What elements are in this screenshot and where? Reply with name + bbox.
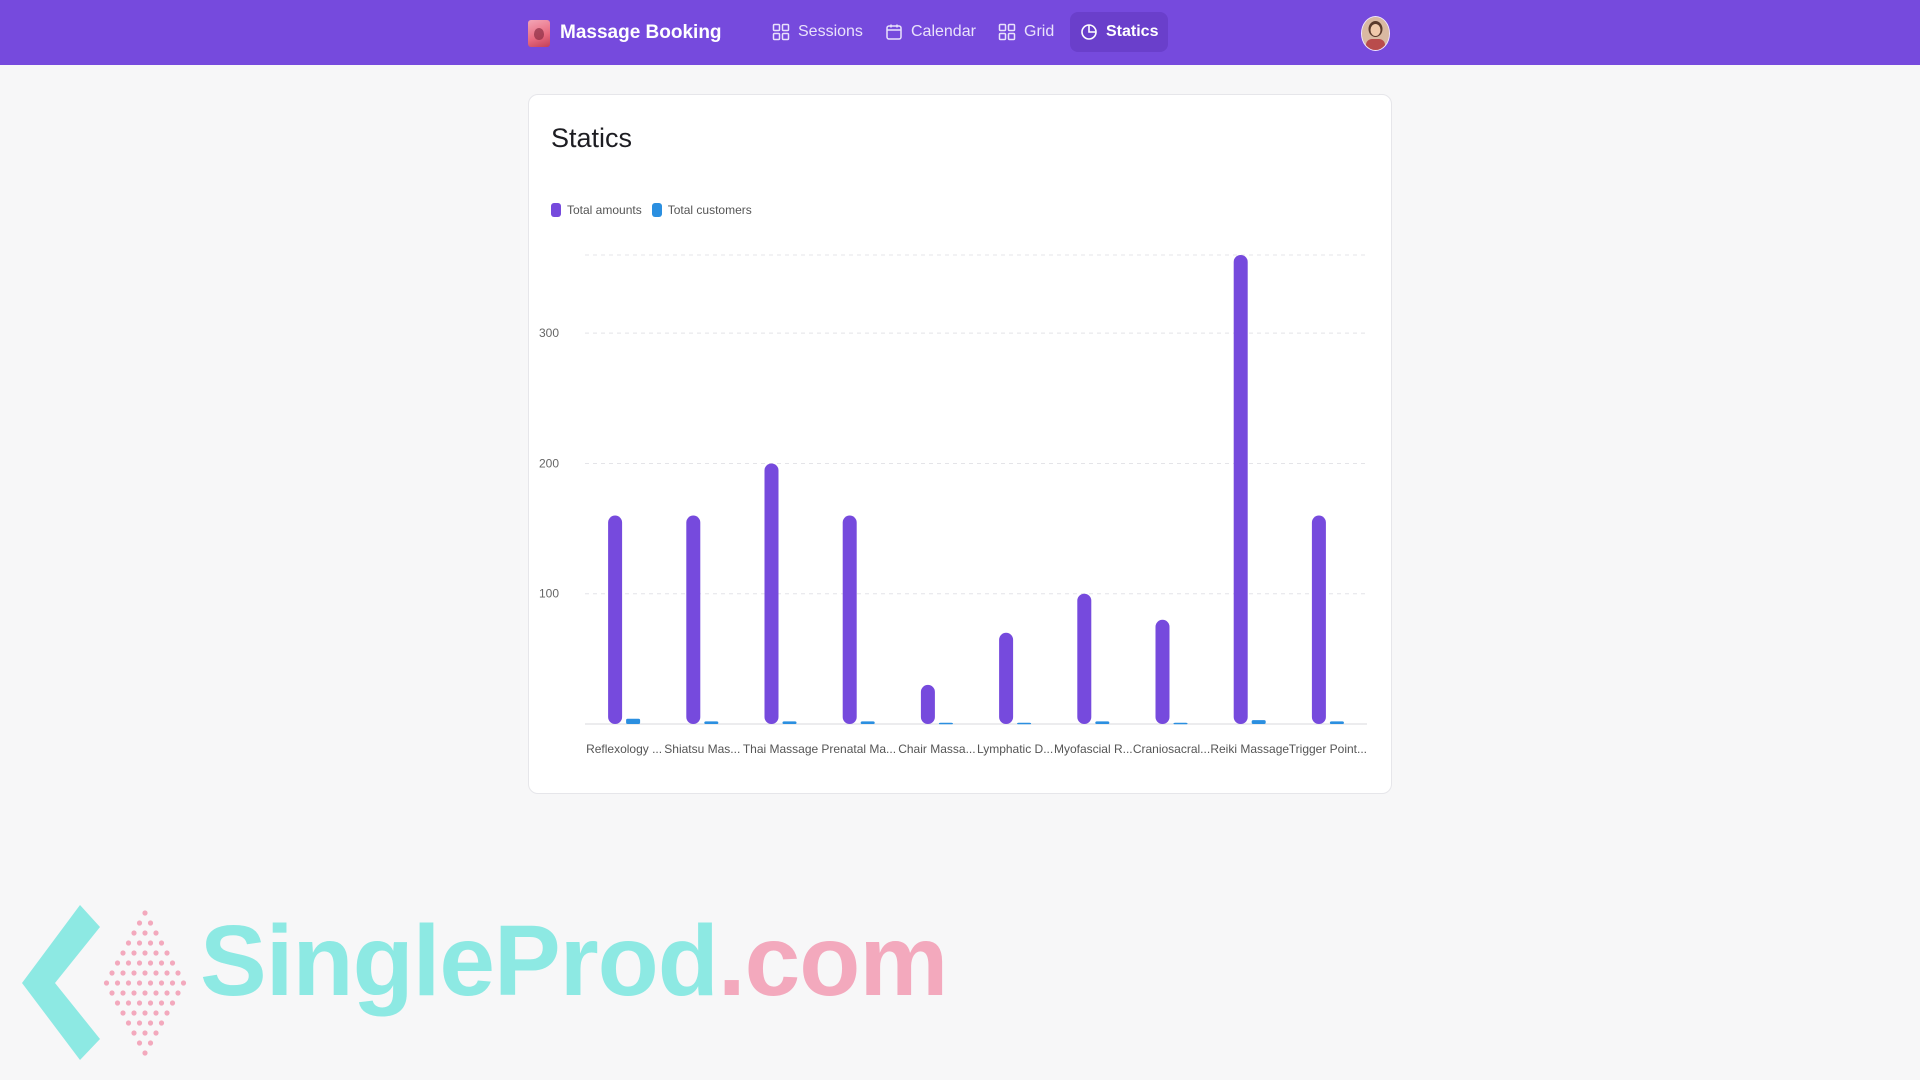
bar-total-amounts[interactable] <box>999 632 1014 724</box>
bar-chart: 100 200 300 Reflexology ... Shiatsu Mas... Th… <box>539 254 1367 756</box>
watermark-text: SingleProd.com <box>200 911 948 1011</box>
nav-statics[interactable]: Statics <box>1070 12 1169 52</box>
bar-total-amounts[interactable] <box>686 515 701 724</box>
watermark-part1: SingleProd <box>200 905 719 1017</box>
bar-total-customers[interactable] <box>1095 721 1110 724</box>
bar-total-amounts[interactable] <box>1311 515 1326 724</box>
x-tick-label: Lymphatic D... <box>977 742 1053 756</box>
pie-chart-icon <box>1081 24 1097 40</box>
bar-total-customers[interactable] <box>1251 720 1266 724</box>
nav-statics-label: Statics <box>1106 23 1159 40</box>
nav-sessions[interactable]: Sessions <box>762 12 873 52</box>
x-tick-label: Trigger Point... <box>1289 742 1367 756</box>
grid-icon <box>998 23 1016 41</box>
brand[interactable]: Massage Booking <box>528 18 722 48</box>
bar-total-customers[interactable] <box>938 722 953 725</box>
x-tick-label: Shiatsu Mas... <box>664 742 740 756</box>
statics-card: Statics Total amounts Total customers 10… <box>528 94 1392 794</box>
bar-total-amounts[interactable] <box>608 515 623 724</box>
bar-total-amounts[interactable] <box>1155 619 1170 724</box>
x-tick-label: Reflexology ... <box>586 742 662 756</box>
x-tick-label: Prenatal Ma... <box>821 742 896 756</box>
x-tick-label: Craniosacral... <box>1133 742 1210 756</box>
watermark-logo-icon <box>22 905 187 1060</box>
bar-total-customers[interactable] <box>1017 722 1032 725</box>
bar-total-amounts[interactable] <box>1233 255 1248 724</box>
nav-sessions-label: Sessions <box>798 23 863 40</box>
bar-total-amounts[interactable] <box>1077 593 1092 724</box>
grid-icon <box>772 23 790 41</box>
bar-total-customers[interactable] <box>1173 722 1188 725</box>
nav-calendar-label: Calendar <box>911 23 976 40</box>
x-tick-label: Myofascial R... <box>1054 742 1133 756</box>
nav-calendar[interactable]: Calendar <box>875 12 986 52</box>
user-avatar[interactable] <box>1361 16 1390 51</box>
bar-total-customers[interactable] <box>626 718 641 724</box>
bar-total-customers[interactable] <box>1329 721 1344 724</box>
app-title: Massage Booking <box>560 22 722 43</box>
y-tick-label: 300 <box>539 326 559 340</box>
bar-total-amounts[interactable] <box>764 463 779 724</box>
nav-grid[interactable]: Grid <box>988 12 1064 52</box>
app-logo-icon <box>528 19 550 47</box>
x-tick-label: Chair Massa... <box>898 742 975 756</box>
bar-total-amounts[interactable] <box>920 684 935 724</box>
calendar-icon <box>886 24 902 40</box>
avatar-icon <box>1362 17 1389 50</box>
bar-total-customers[interactable] <box>860 721 875 724</box>
y-tick-label: 200 <box>539 456 559 470</box>
bar-total-amounts[interactable] <box>842 515 857 724</box>
watermark-part2: .com <box>717 905 948 1017</box>
top-navbar: Massage Booking Sessions Calendar Grid S… <box>0 0 1920 65</box>
x-tick-label: Reiki Massage <box>1210 742 1289 756</box>
bar-total-customers[interactable] <box>704 721 719 724</box>
y-tick-label: 100 <box>539 587 559 601</box>
nav-grid-label: Grid <box>1024 23 1055 40</box>
x-tick-label: Thai Massage <box>743 742 819 756</box>
bar-total-customers[interactable] <box>782 721 797 724</box>
watermark: SingleProd.com <box>20 905 948 1060</box>
